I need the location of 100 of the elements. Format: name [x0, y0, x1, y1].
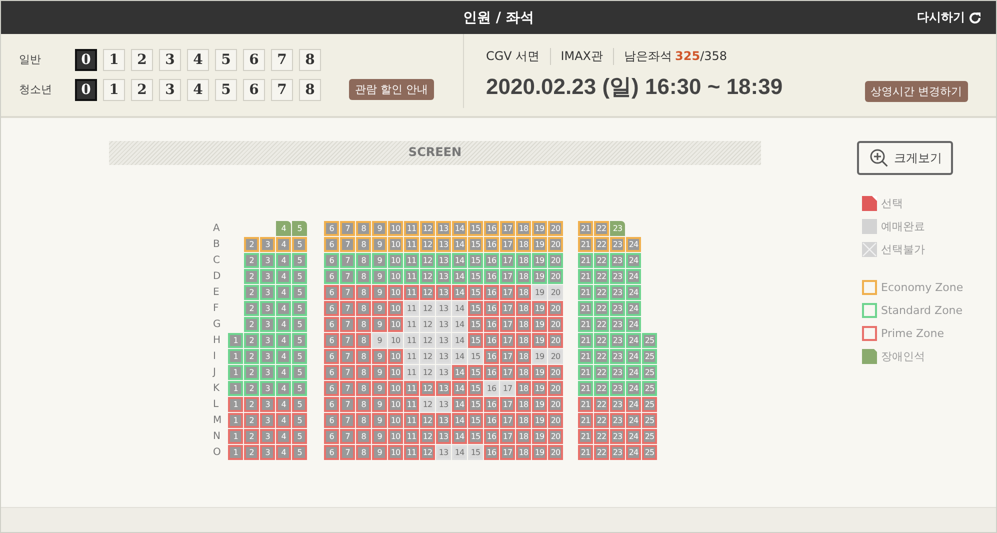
- seat[interactable]: 22: [594, 365, 609, 380]
- seat[interactable]: 22: [594, 253, 609, 268]
- seat[interactable]: 20: [548, 301, 563, 316]
- seat[interactable]: 8: [356, 285, 371, 300]
- seat[interactable]: 20: [548, 381, 563, 396]
- count-option[interactable]: 0: [75, 78, 97, 100]
- count-option[interactable]: 2: [131, 78, 153, 100]
- seat[interactable]: 2: [244, 317, 259, 332]
- seat[interactable]: 8: [356, 381, 371, 396]
- seat[interactable]: 1: [228, 365, 243, 380]
- seat[interactable]: 19: [532, 413, 547, 428]
- seat[interactable]: 9: [372, 221, 387, 236]
- seat[interactable]: 18: [516, 221, 531, 236]
- seat[interactable]: 13: [436, 413, 451, 428]
- seat[interactable]: 6: [324, 365, 339, 380]
- seat[interactable]: 10: [388, 317, 403, 332]
- seat[interactable]: 14: [452, 413, 467, 428]
- seat[interactable]: 4: [276, 221, 291, 236]
- seat[interactable]: 22: [594, 445, 609, 460]
- seat[interactable]: 12: [420, 237, 435, 252]
- seat[interactable]: 6: [324, 397, 339, 412]
- seat[interactable]: 16: [484, 445, 499, 460]
- seat[interactable]: 10: [388, 445, 403, 460]
- seat[interactable]: 20: [548, 397, 563, 412]
- seat[interactable]: 23: [610, 397, 625, 412]
- seat[interactable]: 23: [610, 301, 625, 316]
- seat[interactable]: 17: [500, 269, 515, 284]
- seat[interactable]: 6: [324, 445, 339, 460]
- seat[interactable]: 22: [594, 269, 609, 284]
- seat[interactable]: 9: [372, 285, 387, 300]
- seat[interactable]: 2: [244, 333, 259, 348]
- seat[interactable]: 4: [276, 237, 291, 252]
- seat[interactable]: 8: [356, 365, 371, 380]
- seat[interactable]: 19: [532, 237, 547, 252]
- seat[interactable]: 20: [548, 253, 563, 268]
- seat[interactable]: 23: [610, 269, 625, 284]
- seat[interactable]: 25: [642, 333, 657, 348]
- seat[interactable]: 18: [516, 317, 531, 332]
- seat[interactable]: 21: [578, 237, 593, 252]
- seat[interactable]: 5: [292, 317, 307, 332]
- seat[interactable]: 24: [626, 253, 641, 268]
- seat[interactable]: 4: [276, 429, 291, 444]
- seat[interactable]: 2: [244, 365, 259, 380]
- seat[interactable]: 23: [610, 413, 625, 428]
- seat[interactable]: 10: [388, 221, 403, 236]
- seat[interactable]: 21: [578, 253, 593, 268]
- seat[interactable]: 18: [516, 413, 531, 428]
- seat[interactable]: 23: [610, 381, 625, 396]
- seat[interactable]: 15: [468, 381, 483, 396]
- seat[interactable]: 22: [594, 317, 609, 332]
- seat[interactable]: 17: [500, 333, 515, 348]
- seat[interactable]: 11: [404, 221, 419, 236]
- seat[interactable]: 6: [324, 333, 339, 348]
- seat[interactable]: 8: [356, 237, 371, 252]
- seat[interactable]: 5: [292, 221, 307, 236]
- seat[interactable]: 2: [244, 285, 259, 300]
- seat[interactable]: 3: [260, 349, 275, 364]
- seat[interactable]: 23: [610, 221, 625, 236]
- seat[interactable]: 21: [578, 397, 593, 412]
- seat[interactable]: 21: [578, 381, 593, 396]
- seat[interactable]: 12: [420, 413, 435, 428]
- seat[interactable]: 14: [452, 381, 467, 396]
- count-option[interactable]: 6: [243, 78, 265, 100]
- seat[interactable]: 7: [340, 301, 355, 316]
- seat[interactable]: 9: [372, 413, 387, 428]
- seat[interactable]: 15: [468, 221, 483, 236]
- seat[interactable]: 19: [532, 365, 547, 380]
- seat[interactable]: 17: [500, 413, 515, 428]
- seat[interactable]: 24: [626, 301, 641, 316]
- seat[interactable]: 21: [578, 285, 593, 300]
- seat[interactable]: 9: [372, 397, 387, 412]
- seat[interactable]: 7: [340, 365, 355, 380]
- seat[interactable]: 5: [292, 381, 307, 396]
- seat[interactable]: 21: [578, 333, 593, 348]
- seat[interactable]: 15: [468, 285, 483, 300]
- seat[interactable]: 5: [292, 237, 307, 252]
- count-option[interactable]: 4: [187, 48, 209, 70]
- count-option[interactable]: 1: [103, 48, 125, 70]
- seat[interactable]: 17: [500, 285, 515, 300]
- seat[interactable]: 2: [244, 397, 259, 412]
- seat[interactable]: 25: [642, 429, 657, 444]
- seat[interactable]: 12: [420, 429, 435, 444]
- seat[interactable]: 20: [548, 333, 563, 348]
- count-option[interactable]: 1: [103, 78, 125, 100]
- seat[interactable]: 6: [324, 253, 339, 268]
- seat[interactable]: 7: [340, 349, 355, 364]
- seat[interactable]: 17: [500, 301, 515, 316]
- seat[interactable]: 24: [626, 365, 641, 380]
- seat[interactable]: 25: [642, 349, 657, 364]
- seat[interactable]: 1: [228, 429, 243, 444]
- seat[interactable]: 18: [516, 253, 531, 268]
- seat[interactable]: 22: [594, 333, 609, 348]
- seat[interactable]: 4: [276, 349, 291, 364]
- seat[interactable]: 10: [388, 237, 403, 252]
- seat[interactable]: 15: [468, 413, 483, 428]
- seat[interactable]: 12: [420, 221, 435, 236]
- seat[interactable]: 24: [626, 285, 641, 300]
- seat[interactable]: 1: [228, 381, 243, 396]
- seat[interactable]: 10: [388, 253, 403, 268]
- seat[interactable]: 2: [244, 237, 259, 252]
